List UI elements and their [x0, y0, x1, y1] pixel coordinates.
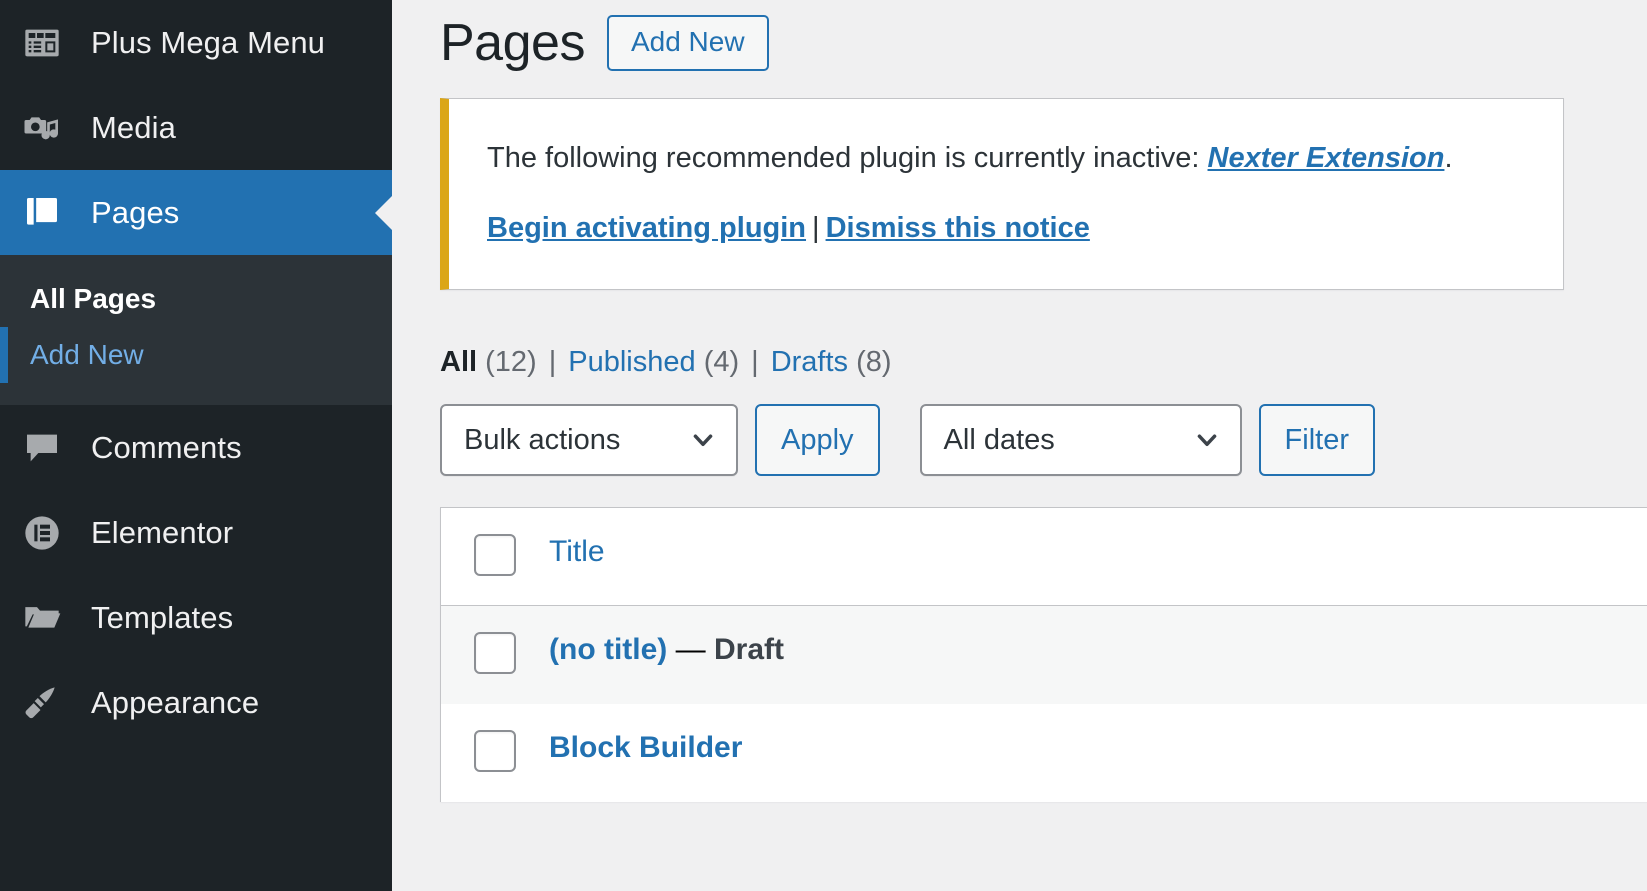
plugin-inactive-notice: The following recommended plugin is curr…	[440, 98, 1564, 290]
filter-divider: |	[537, 346, 569, 378]
sort-by-title-link[interactable]: Title	[549, 535, 605, 568]
current-menu-arrow	[375, 195, 392, 231]
sidebar-item-elementor[interactable]: Elementor	[0, 490, 392, 575]
paintbrush-icon	[22, 683, 67, 723]
filter-link-all[interactable]: All (12)	[440, 346, 537, 378]
wordpress-admin-screen: Plus Mega Menu Media Pages	[0, 0, 1647, 891]
sidebar-item-plus-mega-menu[interactable]: Plus Mega Menu	[0, 0, 392, 85]
comments-icon	[22, 428, 67, 468]
sidebar-item-pages[interactable]: Pages	[0, 170, 392, 255]
filter-count: (8)	[856, 346, 891, 378]
pages-submenu: All Pages Add New	[0, 255, 392, 405]
main-content-area: Pages Add New The following recommended …	[392, 0, 1647, 891]
mega-menu-icon	[22, 23, 67, 63]
row-select-cell	[441, 704, 549, 772]
elementor-icon	[22, 513, 67, 553]
page-title-link[interactable]: (no title)	[549, 633, 667, 666]
pages-icon	[22, 193, 67, 233]
filter-link-published[interactable]: Published (4)	[568, 346, 739, 378]
select-all-checkbox[interactable]	[474, 534, 516, 576]
bulk-actions-select[interactable]: Bulk actions	[440, 404, 738, 476]
row-checkbox[interactable]	[474, 730, 516, 772]
row-separator: —	[667, 633, 714, 666]
folder-icon	[22, 598, 67, 638]
filter-count: (12)	[485, 346, 537, 378]
bulk-actions-value: Bulk actions	[464, 424, 620, 457]
sidebar-item-label: Plus Mega Menu	[91, 25, 325, 61]
nexter-extension-link[interactable]: Nexter Extension	[1208, 142, 1445, 174]
begin-activating-plugin-link[interactable]: Begin activating plugin	[487, 212, 806, 244]
row-checkbox[interactable]	[474, 632, 516, 674]
status-filter-links: All (12)|Published (4)|Drafts (8)	[440, 348, 1647, 377]
select-all-cell	[441, 508, 549, 576]
filter-label: All	[440, 346, 477, 378]
dismiss-notice-link[interactable]: Dismiss this notice	[826, 212, 1090, 244]
sidebar-item-templates[interactable]: Templates	[0, 575, 392, 660]
notice-separator: |	[806, 212, 826, 244]
page-title-link[interactable]: Block Builder	[549, 731, 742, 764]
sidebar-item-label: Pages	[91, 195, 179, 231]
row-title-cell: Block Builder	[549, 704, 1647, 796]
filter-link-drafts[interactable]: Drafts (8)	[771, 346, 892, 378]
table-row: Block Builder	[441, 704, 1647, 802]
sidebar-item-media[interactable]: Media	[0, 85, 392, 170]
media-icon	[22, 108, 67, 148]
admin-sidebar-menu: Plus Mega Menu Media Pages	[0, 0, 392, 891]
row-select-cell	[441, 606, 549, 674]
sidebar-item-label: Elementor	[91, 515, 233, 551]
table-row: (no title) — Draft	[441, 606, 1647, 704]
date-filter-select[interactable]: All dates	[920, 404, 1242, 476]
sidebar-item-appearance[interactable]: Appearance	[0, 660, 392, 745]
table-navigation-toolbar: Bulk actions Apply All dates Filter	[440, 401, 1647, 479]
apply-bulk-action-button[interactable]: Apply	[755, 404, 880, 476]
table-header-row: Title	[441, 508, 1647, 606]
page-title: Pages	[440, 17, 585, 69]
filter-button[interactable]: Filter	[1259, 404, 1375, 476]
notice-message-prefix: The following recommended plugin is curr…	[487, 142, 1208, 174]
column-header-title: Title	[549, 508, 1647, 596]
chevron-down-icon	[1194, 427, 1220, 453]
pages-list-table: Title (no title) — Draft Block Builder	[440, 507, 1647, 802]
submenu-item-label: All Pages	[30, 283, 156, 314]
add-new-page-button[interactable]: Add New	[607, 15, 769, 71]
sidebar-item-label: Templates	[91, 600, 233, 636]
notice-message-suffix: .	[1444, 142, 1452, 174]
filter-count: (4)	[704, 346, 739, 378]
filter-divider: |	[739, 346, 771, 378]
date-filter-value: All dates	[944, 424, 1055, 457]
submenu-active-edge	[0, 327, 8, 383]
notice-actions: Begin activating plugin|Dismiss this not…	[487, 207, 1563, 249]
row-title-cell: (no title) — Draft	[549, 606, 1647, 698]
sidebar-item-add-new-page[interactable]: Add New	[0, 327, 392, 383]
sidebar-item-all-pages[interactable]: All Pages	[0, 271, 392, 327]
sidebar-item-label: Appearance	[91, 685, 259, 721]
notice-message: The following recommended plugin is curr…	[487, 137, 1563, 179]
page-header: Pages Add New	[440, 0, 1647, 78]
chevron-down-icon	[690, 427, 716, 453]
sidebar-item-label: Comments	[91, 430, 242, 466]
post-status-badge: Draft	[714, 633, 784, 666]
submenu-item-label: Add New	[30, 339, 144, 370]
sidebar-item-comments[interactable]: Comments	[0, 405, 392, 490]
sidebar-item-label: Media	[91, 110, 176, 146]
filter-label: Published	[568, 346, 695, 378]
filter-label: Drafts	[771, 346, 848, 378]
